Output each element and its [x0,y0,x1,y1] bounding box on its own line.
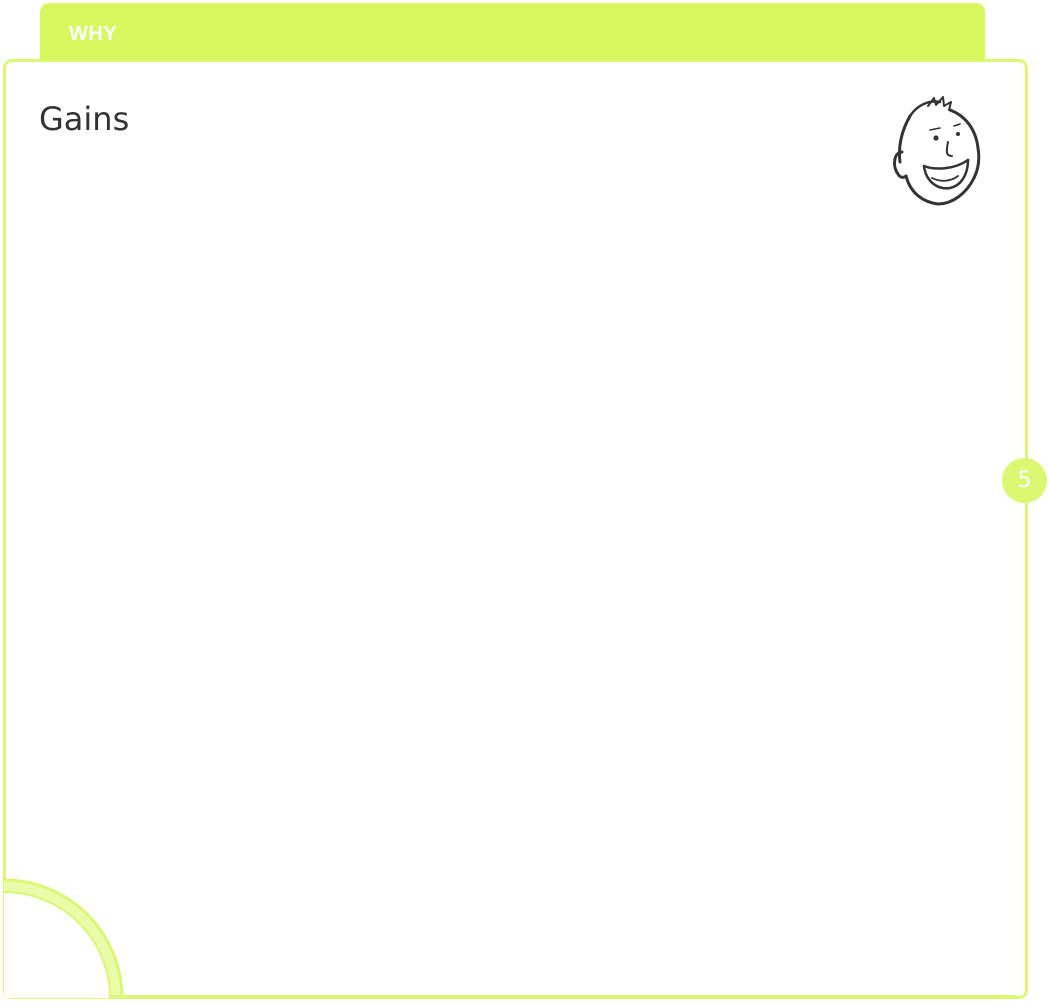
page-number: 5 [1017,467,1032,493]
smiling-face-sketch-icon [888,96,984,213]
page-number-badge: 5 [1002,458,1047,503]
